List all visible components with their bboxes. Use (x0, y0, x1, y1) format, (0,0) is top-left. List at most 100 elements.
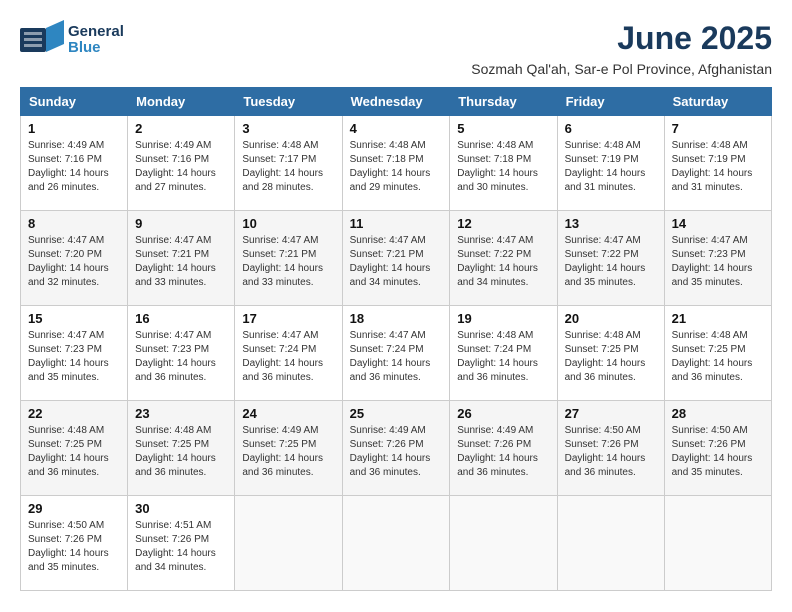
calendar-cell: 8Sunrise: 4:47 AM Sunset: 7:20 PM Daylig… (21, 211, 128, 306)
logo-icon (20, 20, 64, 60)
col-sunday: Sunday (21, 88, 128, 116)
calendar-week-row: 15 Sunrise: 4:47 AM Sunset: 7:23 PM Dayli… (21, 306, 772, 401)
calendar-cell: 19 Sunrise: 4:48 AM Sunset: 7:24 PM Dayli… (450, 306, 557, 401)
day-number: 7 (672, 121, 764, 136)
calendar-cell: 7 Sunrise: 4:48 AM Sunset: 7:19 PM Daylig… (664, 116, 771, 211)
calendar-cell: 15Sunrise: 4:47 AM Sunset: 7:23 PM Dayli… (21, 306, 128, 401)
calendar-cell: 22 Sunrise: 4:48 AM Sunset: 7:25 PM Dayli… (21, 401, 128, 496)
day-number: 26 (457, 406, 549, 421)
day-info: Sunrise: 4:48 AM Sunset: 7:18 PM Dayligh… (350, 139, 443, 195)
day-number: 16 (135, 311, 227, 326)
calendar-week-row: 1 Sunrise: 4:49 AM Sunset: 7:16 PM Daylig… (21, 116, 772, 211)
logo: General Blue (20, 20, 124, 60)
day-info: Sunrise: 4:48 AM Sunset: 7:19 PM Dayligh… (565, 139, 657, 195)
header: General Blue June 2025 Sozmah Qal'ah, Sa… (20, 20, 772, 77)
day-number: 25 (350, 406, 443, 421)
calendar-cell: 20 Sunrise: 4:48 AM Sunset: 7:25 PM Dayli… (557, 306, 664, 401)
day-number: 5 (457, 121, 549, 136)
day-number: 4 (350, 121, 443, 136)
calendar-cell: 16 Sunrise: 4:47 AM Sunset: 7:23 PM Dayli… (128, 306, 235, 401)
day-number: 11 (350, 216, 443, 231)
day-number: 20 (565, 311, 657, 326)
calendar-cell: 1 Sunrise: 4:49 AM Sunset: 7:16 PM Daylig… (21, 116, 128, 211)
day-info: Sunrise: 4:48 AM Sunset: 7:19 PM Dayligh… (672, 139, 764, 195)
day-info: Sunrise: 4:47 AM Sunset: 7:20 PM Dayligh… (28, 234, 120, 290)
day-number: 13 (565, 216, 657, 231)
day-info: Sunrise: 4:48 AM Sunset: 7:25 PM Dayligh… (135, 424, 227, 480)
calendar-cell: 9Sunrise: 4:47 AM Sunset: 7:21 PM Daylig… (128, 211, 235, 306)
day-number: 15 (28, 311, 120, 326)
day-info: Sunrise: 4:47 AM Sunset: 7:24 PM Dayligh… (350, 329, 443, 385)
month-title: June 2025 (471, 20, 772, 57)
calendar-cell: 24 Sunrise: 4:49 AM Sunset: 7:25 PM Dayli… (235, 401, 342, 496)
day-info: Sunrise: 4:48 AM Sunset: 7:18 PM Dayligh… (457, 139, 549, 195)
col-friday: Friday (557, 88, 664, 116)
day-number: 6 (565, 121, 657, 136)
day-number: 17 (242, 311, 334, 326)
day-number: 9 (135, 216, 227, 231)
day-number: 24 (242, 406, 334, 421)
day-number: 30 (135, 501, 227, 516)
day-info: Sunrise: 4:47 AM Sunset: 7:22 PM Dayligh… (565, 234, 657, 290)
calendar-cell (664, 496, 771, 591)
calendar-cell: 25Sunrise: 4:49 AM Sunset: 7:26 PM Dayli… (342, 401, 450, 496)
day-info: Sunrise: 4:48 AM Sunset: 7:24 PM Dayligh… (457, 329, 549, 385)
day-info: Sunrise: 4:48 AM Sunset: 7:25 PM Dayligh… (28, 424, 120, 480)
calendar-cell: 18 Sunrise: 4:47 AM Sunset: 7:24 PM Dayli… (342, 306, 450, 401)
day-info: Sunrise: 4:48 AM Sunset: 7:25 PM Dayligh… (672, 329, 764, 385)
calendar-cell: 28 Sunrise: 4:50 AM Sunset: 7:26 PM Dayli… (664, 401, 771, 496)
calendar-cell: 2 Sunrise: 4:49 AM Sunset: 7:16 PM Daylig… (128, 116, 235, 211)
calendar-cell: 5 Sunrise: 4:48 AM Sunset: 7:18 PM Daylig… (450, 116, 557, 211)
day-info: Sunrise: 4:49 AM Sunset: 7:16 PM Dayligh… (28, 139, 120, 195)
day-number: 18 (350, 311, 443, 326)
day-number: 2 (135, 121, 227, 136)
day-info: Sunrise: 4:47 AM Sunset: 7:22 PM Dayligh… (457, 234, 549, 290)
calendar-cell: 21 Sunrise: 4:48 AM Sunset: 7:25 PM Dayli… (664, 306, 771, 401)
day-info: Sunrise: 4:47 AM Sunset: 7:21 PM Dayligh… (242, 234, 334, 290)
day-number: 19 (457, 311, 549, 326)
day-info: Sunrise: 4:49 AM Sunset: 7:25 PM Dayligh… (242, 424, 334, 480)
day-info: Sunrise: 4:50 AM Sunset: 7:26 PM Dayligh… (672, 424, 764, 480)
calendar-week-row: 8Sunrise: 4:47 AM Sunset: 7:20 PM Daylig… (21, 211, 772, 306)
day-info: Sunrise: 4:47 AM Sunset: 7:23 PM Dayligh… (135, 329, 227, 385)
logo-blue-text: Blue (68, 40, 124, 57)
day-number: 22 (28, 406, 120, 421)
day-info: Sunrise: 4:48 AM Sunset: 7:17 PM Dayligh… (242, 139, 334, 195)
subtitle: Sozmah Qal'ah, Sar-e Pol Province, Afgha… (471, 61, 772, 77)
day-number: 3 (242, 121, 334, 136)
day-info: Sunrise: 4:50 AM Sunset: 7:26 PM Dayligh… (28, 519, 120, 575)
day-info: Sunrise: 4:49 AM Sunset: 7:26 PM Dayligh… (457, 424, 549, 480)
day-info: Sunrise: 4:48 AM Sunset: 7:25 PM Dayligh… (565, 329, 657, 385)
day-number: 12 (457, 216, 549, 231)
calendar-cell (235, 496, 342, 591)
calendar-cell: 30Sunrise: 4:51 AM Sunset: 7:26 PM Dayli… (128, 496, 235, 591)
calendar-cell: 13 Sunrise: 4:47 AM Sunset: 7:22 PM Dayli… (557, 211, 664, 306)
day-number: 14 (672, 216, 764, 231)
calendar-cell: 23 Sunrise: 4:48 AM Sunset: 7:25 PM Dayli… (128, 401, 235, 496)
calendar-cell: 17Sunrise: 4:47 AM Sunset: 7:24 PM Dayli… (235, 306, 342, 401)
day-info: Sunrise: 4:47 AM Sunset: 7:21 PM Dayligh… (350, 234, 443, 290)
day-number: 28 (672, 406, 764, 421)
day-info: Sunrise: 4:47 AM Sunset: 7:23 PM Dayligh… (672, 234, 764, 290)
col-monday: Monday (128, 88, 235, 116)
logo-label: General Blue (68, 24, 124, 57)
col-wednesday: Wednesday (342, 88, 450, 116)
col-tuesday: Tuesday (235, 88, 342, 116)
day-info: Sunrise: 4:50 AM Sunset: 7:26 PM Dayligh… (565, 424, 657, 480)
title-section: June 2025 Sozmah Qal'ah, Sar-e Pol Provi… (471, 20, 772, 77)
calendar-cell: 11 Sunrise: 4:47 AM Sunset: 7:21 PM Dayli… (342, 211, 450, 306)
calendar-cell: 3 Sunrise: 4:48 AM Sunset: 7:17 PM Daylig… (235, 116, 342, 211)
calendar-cell: 10 Sunrise: 4:47 AM Sunset: 7:21 PM Dayli… (235, 211, 342, 306)
calendar-header-row: Sunday Monday Tuesday Wednesday Thursday… (21, 88, 772, 116)
day-number: 27 (565, 406, 657, 421)
calendar-week-row: 29 Sunrise: 4:50 AM Sunset: 7:26 PM Dayli… (21, 496, 772, 591)
calendar-cell: 12 Sunrise: 4:47 AM Sunset: 7:22 PM Dayli… (450, 211, 557, 306)
calendar-cell: 14 Sunrise: 4:47 AM Sunset: 7:23 PM Dayli… (664, 211, 771, 306)
day-number: 1 (28, 121, 120, 136)
day-info: Sunrise: 4:49 AM Sunset: 7:16 PM Dayligh… (135, 139, 227, 195)
day-number: 10 (242, 216, 334, 231)
day-number: 23 (135, 406, 227, 421)
day-number: 21 (672, 311, 764, 326)
day-number: 29 (28, 501, 120, 516)
calendar-cell: 26 Sunrise: 4:49 AM Sunset: 7:26 PM Dayli… (450, 401, 557, 496)
